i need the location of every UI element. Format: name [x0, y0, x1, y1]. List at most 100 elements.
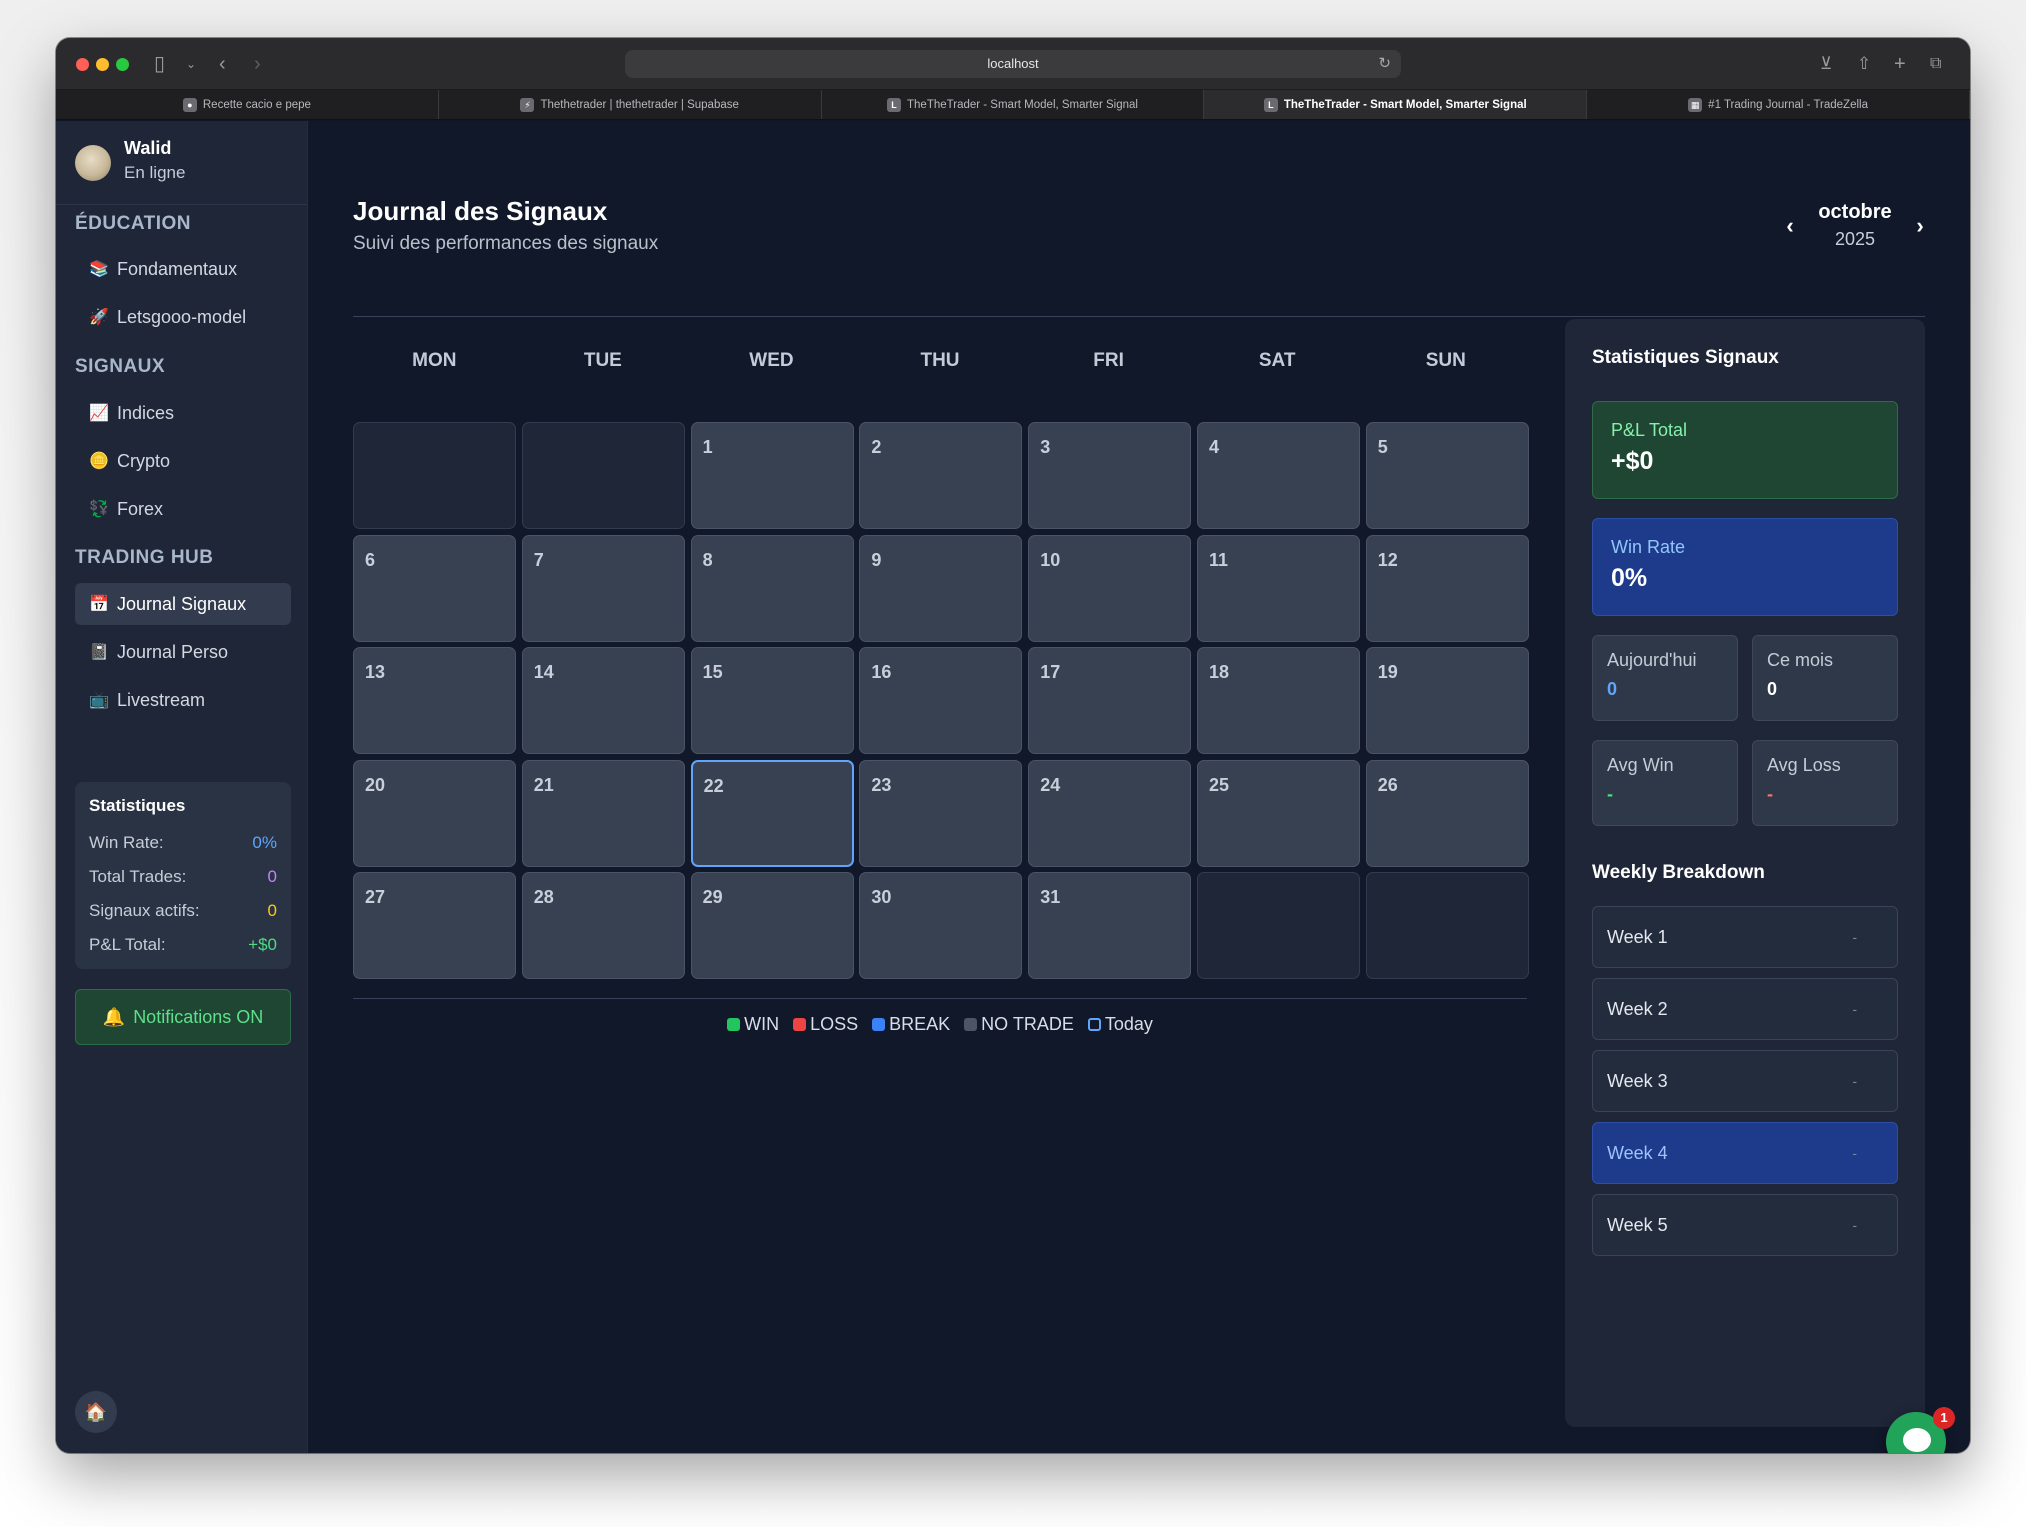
browser-tab[interactable]: L TheTheTrader - Smart Model, Smarter Sig…: [822, 90, 1205, 119]
calendar-day[interactable]: 21: [521, 759, 685, 867]
week-row[interactable]: Week 1 -: [1592, 906, 1898, 968]
stat-value: 0: [267, 901, 277, 920]
calendar-day[interactable]: 29: [690, 872, 854, 979]
calendar-day[interactable]: 8: [690, 534, 854, 642]
user-name: Walid: [124, 138, 172, 158]
calendar-day[interactable]: 13: [353, 647, 516, 754]
calendar-day[interactable]: 15: [690, 647, 854, 754]
calendar-day[interactable]: 12: [1365, 534, 1529, 642]
day-number: 16: [871, 662, 892, 682]
browser-tab[interactable]: ● Recette cacio e pepe: [56, 90, 439, 119]
chart-up-icon: 📈: [89, 405, 109, 422]
calendar-day[interactable]: 30: [859, 872, 1023, 979]
legend-item-no-trade: NO TRADE: [964, 1014, 1074, 1035]
legend-swatch: [793, 1018, 807, 1031]
week-row[interactable]: Week 2 -: [1592, 978, 1898, 1040]
calendar-day[interactable]: 10: [1028, 534, 1192, 642]
zoom-window-button[interactable]: [116, 58, 129, 71]
day-number: 25: [1208, 774, 1230, 795]
this-month-card: Ce mois 0: [1752, 635, 1898, 721]
chevron-down-icon[interactable]: ⌄: [186, 52, 196, 76]
pnl-total-value: +$0: [1611, 447, 1654, 475]
week-row[interactable]: Week 3 -: [1592, 1050, 1898, 1112]
app: Walid En ligne ÉDUCATION 📚 Fondamentaux 🚀 Le…: [56, 121, 1970, 1453]
home-button[interactable]: 🏠: [75, 1391, 117, 1433]
calendar-empty-cell: [521, 422, 685, 529]
browser-tab[interactable]: ⚡ Thethetrader | thethetrader | Supabase: [439, 90, 822, 119]
sidebar-item-crypto[interactable]: 🪙 Crypto: [75, 440, 291, 482]
tab-label: #1 Trading Journal - TradeZella: [1708, 98, 1868, 111]
calendar-day[interactable]: 17: [1028, 647, 1192, 754]
day-number: 7: [533, 549, 544, 570]
week-value: -: [1852, 1145, 1857, 1161]
calendar-day[interactable]: 19: [1365, 647, 1529, 754]
day-number: 23: [871, 774, 892, 795]
weekday-label: SUN: [1425, 350, 1466, 371]
new-tab-icon[interactable]: +: [1894, 52, 1906, 76]
sidebar-item-label: Livestream: [117, 689, 206, 710]
sidebar-toggle-icon[interactable]: ▯: [154, 52, 165, 76]
sidebar-item-letsgooo-model[interactable]: 🚀 Letsgooo-model: [75, 296, 291, 338]
sidebar-item-livestream[interactable]: 📺 Livestream: [75, 679, 291, 721]
calendar-day[interactable]: 2: [859, 422, 1023, 529]
calendar-day-today[interactable]: 22: [690, 759, 854, 867]
share-icon[interactable]: ⇧: [1857, 52, 1871, 76]
browser-tab[interactable]: ▦ #1 Trading Journal - TradeZella: [1587, 90, 1970, 119]
next-month-button[interactable]: ›: [1910, 213, 1930, 239]
back-icon[interactable]: ‹: [219, 52, 226, 76]
forward-icon[interactable]: ›: [254, 52, 261, 76]
download-icon[interactable]: ⊻: [1820, 52, 1832, 76]
sidebar-section-title: TRADING HUB: [75, 547, 214, 568]
address-bar[interactable]: localhost ↻: [625, 50, 1401, 78]
day-number: 11: [1208, 549, 1229, 570]
day-number: 12: [1377, 549, 1398, 570]
calendar-day[interactable]: 25: [1196, 759, 1360, 867]
sidebar-item-forex[interactable]: 💱 Forex: [75, 488, 291, 530]
calendar-day[interactable]: 14: [521, 647, 685, 754]
calendar-day[interactable]: 4: [1196, 422, 1360, 529]
tab-overview-icon[interactable]: ⧉: [1930, 52, 1941, 76]
sidebar-item-label: Letsgooo-model: [117, 306, 247, 327]
sidebar-item-journal-perso[interactable]: 📓 Journal Perso: [75, 631, 291, 673]
home-icon: 🏠: [84, 1402, 108, 1422]
legend-item-loss: LOSS: [793, 1014, 858, 1035]
calendar-day[interactable]: 26: [1365, 759, 1529, 867]
user-profile[interactable]: Walid En ligne: [56, 121, 307, 205]
calendar-day[interactable]: 5: [1365, 422, 1529, 529]
browser-tab[interactable]: L TheTheTrader - Smart Model, Smarter Sig…: [1204, 90, 1588, 119]
weekday-label: SAT: [1258, 350, 1296, 371]
stat-label: Win Rate:: [89, 833, 164, 852]
week-label: Week 4: [1607, 1142, 1668, 1163]
calendar-day[interactable]: 7: [521, 534, 685, 642]
calendar-day[interactable]: 18: [1196, 647, 1360, 754]
notifications-toggle-button[interactable]: 🔔 Notifications ON: [75, 989, 291, 1045]
this-month-label: Ce mois: [1767, 650, 1834, 670]
calendar-day[interactable]: 16: [859, 647, 1023, 754]
calendar-day[interactable]: 1: [690, 422, 854, 529]
stat-active-signals: Signaux actifs: 0: [89, 894, 277, 928]
calendar-day[interactable]: 27: [353, 872, 516, 979]
calendar-day[interactable]: 23: [859, 759, 1023, 867]
reload-icon[interactable]: ↻: [1378, 50, 1391, 78]
week-row[interactable]: Week 4 -: [1592, 1122, 1898, 1184]
sidebar-item-journal-signaux[interactable]: 📅 Journal Signaux: [75, 583, 291, 625]
week-row[interactable]: Week 5 -: [1592, 1194, 1898, 1256]
week-value: -: [1852, 1001, 1857, 1017]
close-window-button[interactable]: [76, 58, 89, 71]
avatar: [75, 145, 111, 181]
week-label: Week 3: [1607, 1070, 1668, 1091]
calendar-day[interactable]: 28: [521, 872, 685, 979]
week-label: Week 2: [1607, 998, 1668, 1019]
calendar-day[interactable]: 6: [353, 534, 516, 642]
sidebar-item-indices[interactable]: 📈 Indices: [75, 392, 291, 434]
minimize-window-button[interactable]: [96, 58, 109, 71]
calendar-day[interactable]: 31: [1028, 872, 1192, 979]
calendar-day[interactable]: 20: [353, 759, 516, 867]
calendar-day[interactable]: 24: [1028, 759, 1192, 867]
calendar-day[interactable]: 3: [1028, 422, 1192, 529]
calendar-day[interactable]: 9: [859, 534, 1023, 642]
sidebar-item-fondamentaux[interactable]: 📚 Fondamentaux: [75, 248, 291, 290]
stat-label: P&L Total:: [89, 935, 166, 954]
avg-loss-label: Avg Loss: [1767, 755, 1841, 775]
calendar-day[interactable]: 11: [1196, 534, 1360, 642]
